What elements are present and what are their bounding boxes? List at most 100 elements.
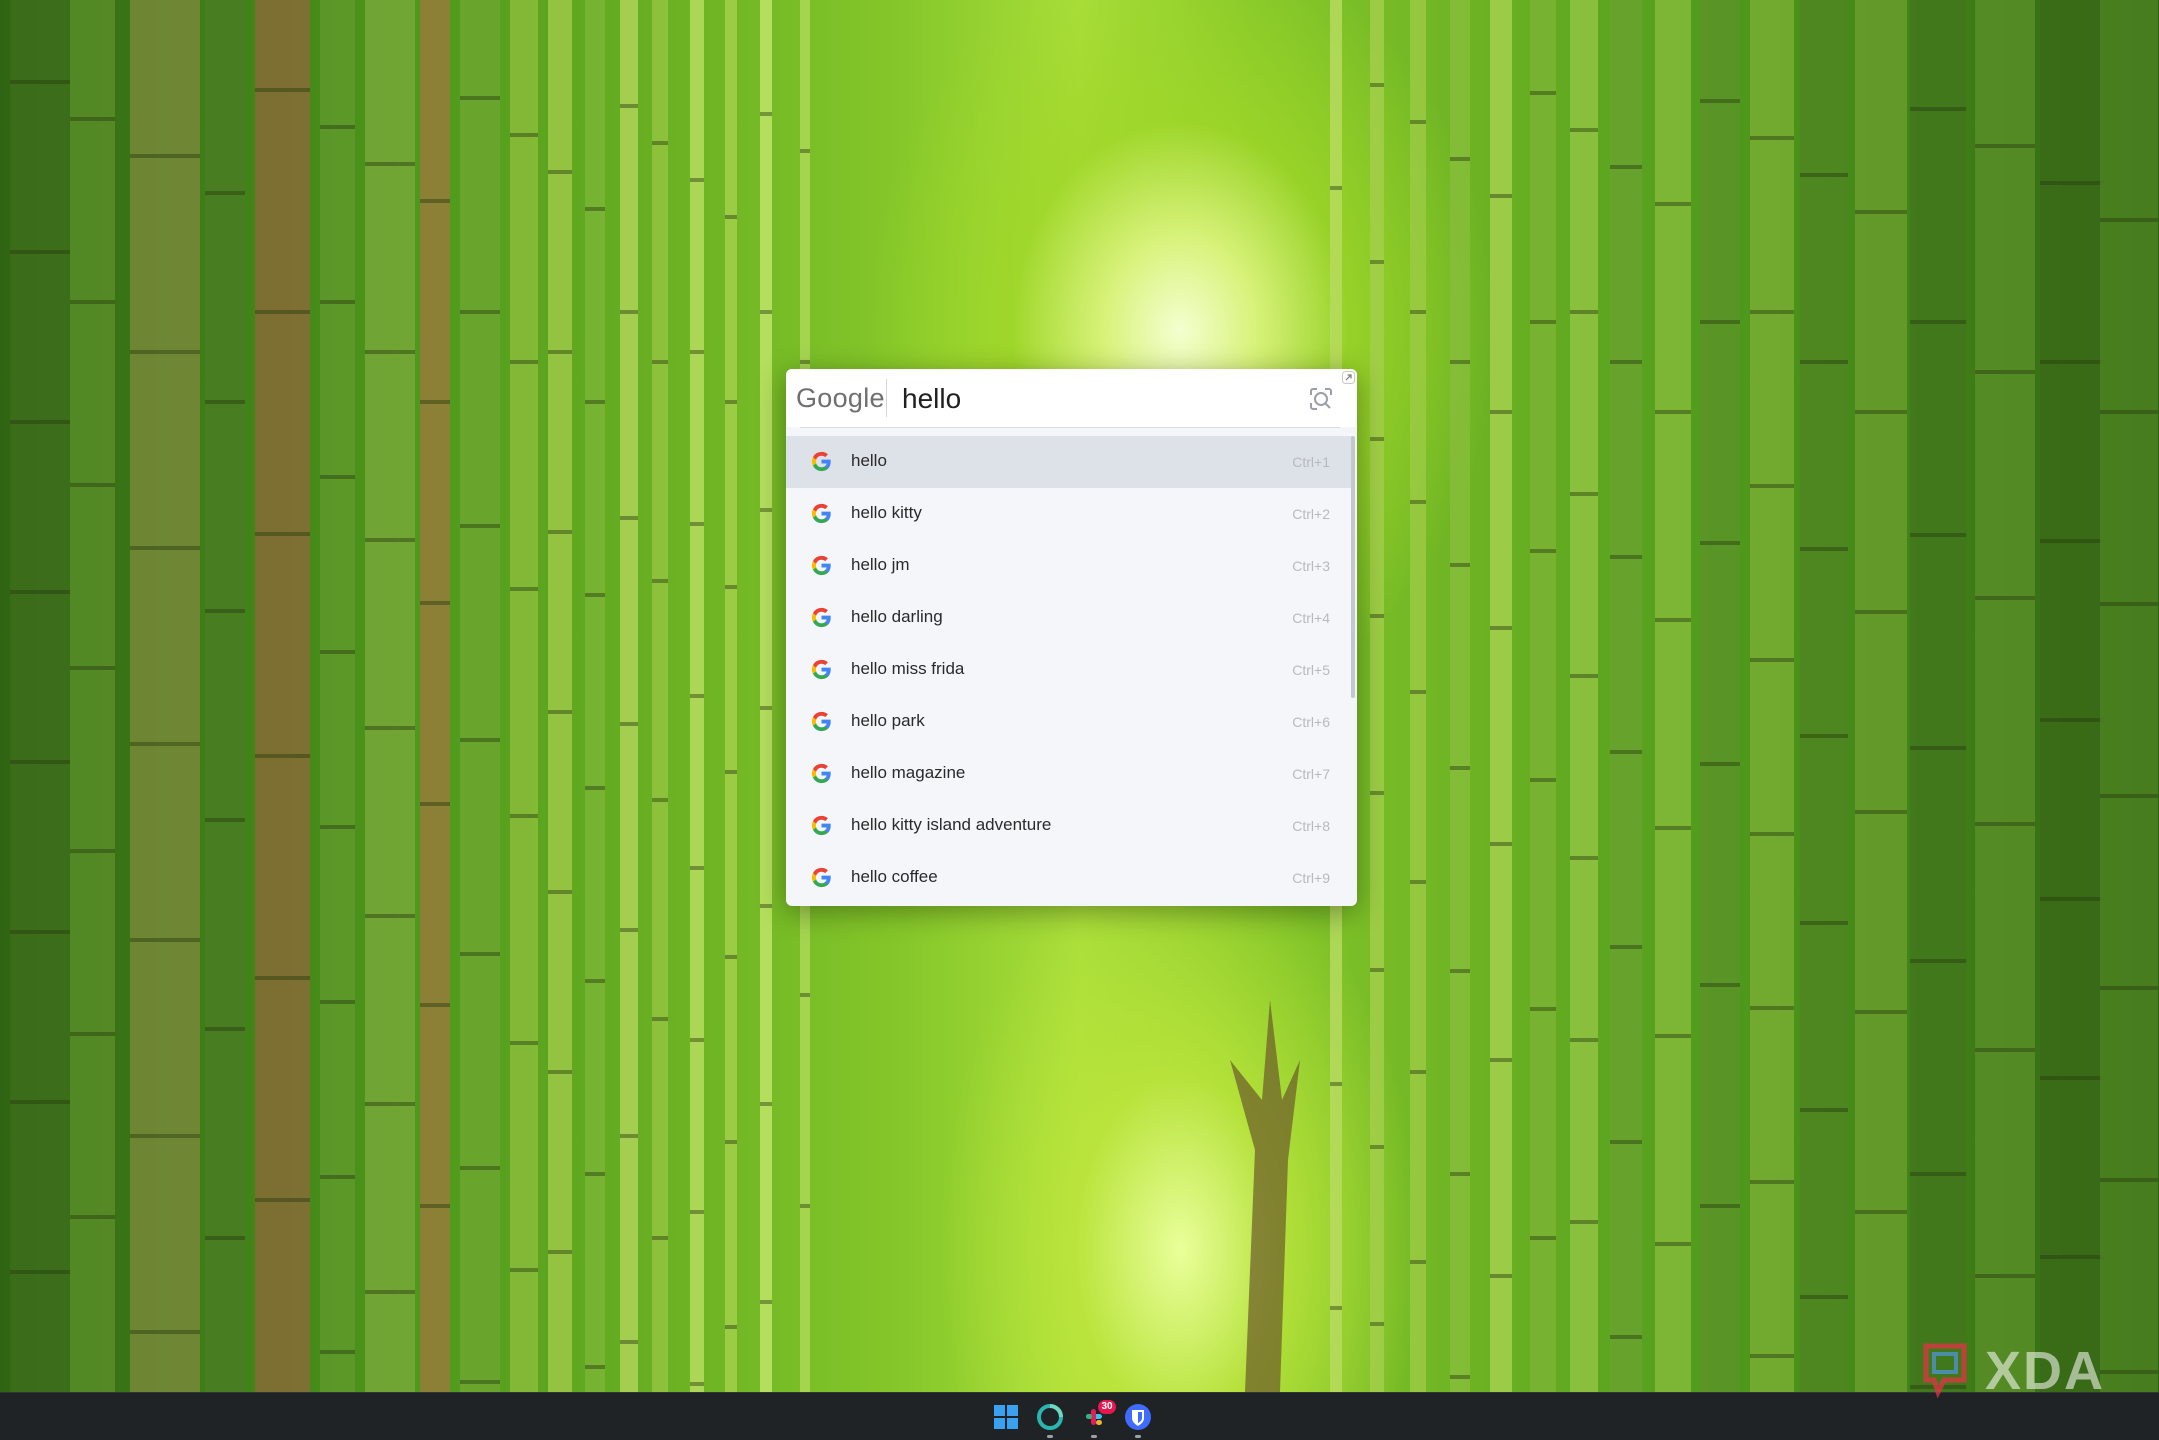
copilot-icon[interactable] xyxy=(1034,1401,1066,1433)
suggestion-item[interactable]: hello jm Ctrl+3 xyxy=(786,540,1352,592)
bamboo-stalk xyxy=(1655,0,1691,1392)
bamboo-node xyxy=(1910,320,1966,324)
suggestion-text: hello miss frida xyxy=(851,659,965,678)
bamboo-node xyxy=(460,738,500,742)
bamboo-node xyxy=(1800,173,1848,177)
bamboo-node xyxy=(1700,541,1740,545)
search-provider-label[interactable]: Google xyxy=(796,383,885,414)
bamboo-node xyxy=(1570,674,1598,678)
bamboo-node xyxy=(1610,945,1642,949)
bamboo-node xyxy=(510,360,538,364)
suggestion-item[interactable]: hello park Ctrl+6 xyxy=(786,696,1352,748)
suggestion-text: hello magazine xyxy=(851,763,966,782)
bamboo-stalk xyxy=(255,0,310,1392)
bamboo-node xyxy=(1655,1242,1691,1246)
bamboo-node xyxy=(1410,880,1426,884)
bamboo-stalk xyxy=(725,0,737,1392)
bamboo-node xyxy=(70,849,115,853)
bamboo-node xyxy=(620,1134,638,1138)
bamboo-node xyxy=(1975,1048,2035,1052)
bamboo-node xyxy=(1490,410,1512,414)
bamboo-node xyxy=(548,1250,572,1254)
suggestion-item[interactable]: hello kitty Ctrl+2 xyxy=(786,488,1352,540)
suggestion-item[interactable]: hello coffee Ctrl+9 xyxy=(786,852,1352,904)
bamboo-node xyxy=(365,914,415,918)
popout-icon[interactable] xyxy=(1342,371,1355,384)
bamboo-node xyxy=(690,1382,704,1386)
bitwarden-icon[interactable] xyxy=(1122,1401,1154,1433)
bamboo-node xyxy=(1490,1058,1512,1062)
suggestion-item[interactable]: hello kitty island adventure Ctrl+8 xyxy=(786,800,1352,852)
bamboo-node xyxy=(460,1166,500,1170)
bamboo-node xyxy=(585,593,605,597)
bamboo-node xyxy=(548,350,572,354)
bamboo-node xyxy=(320,825,355,829)
scrollbar[interactable] xyxy=(1351,436,1355,698)
bamboo-node xyxy=(320,650,355,654)
bamboo-node xyxy=(320,1175,355,1179)
suggestion-shortcut: Ctrl+6 xyxy=(1292,714,1330,730)
taskbar xyxy=(0,1392,2159,1440)
bamboo-stalk xyxy=(510,0,538,1392)
bamboo-node xyxy=(1410,1260,1426,1264)
bamboo-stalk xyxy=(205,0,245,1392)
bamboo-node xyxy=(1410,690,1426,694)
bamboo-node xyxy=(1450,1172,1470,1176)
windows-start-icon[interactable] xyxy=(990,1401,1022,1433)
bamboo-node xyxy=(2040,360,2104,364)
bamboo-node xyxy=(585,400,605,404)
suggestion-item[interactable]: hello miss frida Ctrl+5 xyxy=(786,644,1352,696)
bamboo-node xyxy=(1610,360,1642,364)
bamboo-node xyxy=(1855,210,1907,214)
bamboo-node xyxy=(1700,762,1740,766)
bamboo-node xyxy=(255,1198,310,1202)
google-lens-icon[interactable] xyxy=(1305,383,1337,415)
bamboo-stalk xyxy=(1855,0,1907,1392)
bamboo-node xyxy=(725,400,737,404)
bamboo-node xyxy=(1800,734,1848,738)
bamboo-node xyxy=(10,80,70,84)
bamboo-node xyxy=(1855,810,1907,814)
bamboo-node xyxy=(800,1204,810,1208)
bamboo-node xyxy=(1410,120,1426,124)
bamboo-node xyxy=(690,694,704,698)
bamboo-stalk xyxy=(760,0,772,1392)
bamboo-stalk xyxy=(1410,0,1426,1392)
bamboo-node xyxy=(1910,107,1966,111)
bamboo-node xyxy=(1490,626,1512,630)
suggestion-text: hello park xyxy=(851,711,925,730)
bamboo-node xyxy=(1855,1210,1907,1214)
suggestion-shortcut: Ctrl+1 xyxy=(1292,454,1330,470)
bamboo-node xyxy=(1530,549,1556,553)
bamboo-node xyxy=(70,1032,115,1036)
bamboo-node xyxy=(652,579,668,583)
bamboo-node xyxy=(1370,83,1384,87)
bamboo-node xyxy=(365,350,415,354)
bamboo-node xyxy=(1410,1070,1426,1074)
bamboo-node xyxy=(1655,410,1691,414)
bamboo-node xyxy=(130,1134,200,1138)
suggestion-text: hello kitty xyxy=(851,503,922,522)
search-input[interactable] xyxy=(900,377,1284,421)
google-g-icon xyxy=(811,867,831,888)
bamboo-node xyxy=(2040,1255,2104,1259)
bamboo-node xyxy=(1490,842,1512,846)
bamboo-stalk xyxy=(320,0,355,1392)
bamboo-node xyxy=(1855,1010,1907,1014)
suggestion-shortcut: Ctrl+7 xyxy=(1292,766,1330,782)
bamboo-node xyxy=(320,475,355,479)
google-g-icon xyxy=(811,815,831,836)
suggestion-item[interactable]: hello magazine Ctrl+7 xyxy=(786,748,1352,800)
bamboo-node xyxy=(1450,563,1470,567)
bamboo-node xyxy=(10,250,70,254)
running-indicator xyxy=(1047,1435,1053,1438)
bamboo-stalk xyxy=(420,0,450,1392)
suggestion-item[interactable]: hello darling Ctrl+4 xyxy=(786,592,1352,644)
suggestion-text: hello jm xyxy=(851,555,910,574)
suggestion-item[interactable]: hello Ctrl+1 xyxy=(786,436,1352,488)
bamboo-node xyxy=(1910,1172,1966,1176)
bamboo-node xyxy=(1370,614,1384,618)
suggestion-shortcut: Ctrl+5 xyxy=(1292,662,1330,678)
bamboo-node xyxy=(1450,360,1470,364)
bamboo-node xyxy=(1450,1375,1470,1379)
